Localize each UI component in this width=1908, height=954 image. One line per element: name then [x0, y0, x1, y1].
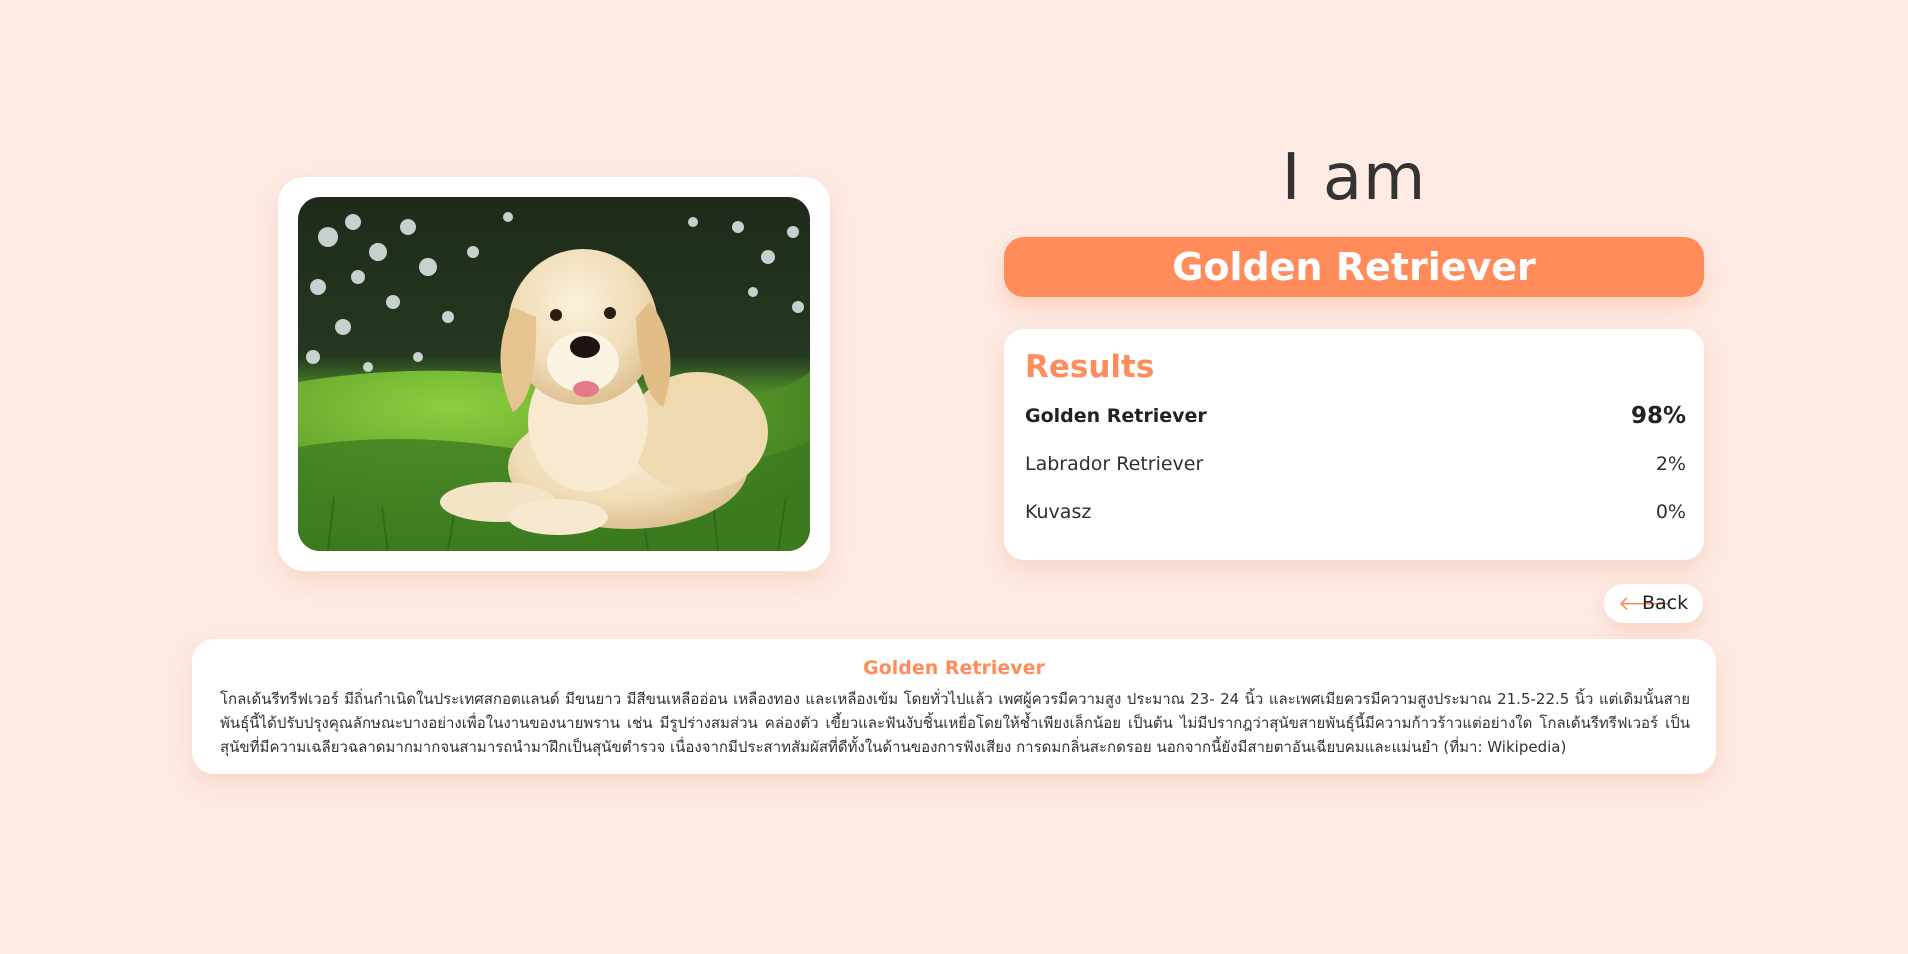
results-card: Results Golden Retriever 98% Labrador Re…: [1004, 329, 1704, 560]
breed-info-card: Golden Retriever โกลเด้นรีทรีฟเวอร์ มีถิ…: [192, 639, 1716, 774]
result-breed-name: Kuvasz: [1025, 501, 1092, 523]
result-percent: 98%: [1630, 403, 1686, 429]
result-page: I am Golden Retriever Results Golden Ret…: [0, 0, 1908, 954]
dog-photo: [298, 197, 810, 551]
breed-info-text: โกลเด้นรีทรีฟเวอร์ มีถิ่นกำเนิดในประเทศส…: [220, 690, 1690, 756]
result-percent: 0%: [1655, 501, 1686, 523]
result-percent: 2%: [1655, 453, 1686, 475]
result-row: Labrador Retriever 2%: [1025, 449, 1686, 479]
back-button-label: Back: [1642, 592, 1689, 614]
back-button[interactable]: 🡐 Back: [1604, 584, 1703, 623]
result-breed-name: Labrador Retriever: [1025, 453, 1204, 475]
photo-card: [278, 177, 830, 571]
result-row: Kuvasz 0%: [1025, 497, 1686, 527]
page-title: I am: [1281, 141, 1427, 215]
result-breed-name: Golden Retriever: [1025, 405, 1207, 427]
breed-info-title: Golden Retriever: [863, 657, 1045, 679]
results-title: Results: [1025, 349, 1155, 385]
result-row: Golden Retriever 98%: [1025, 401, 1686, 431]
predicted-breed-banner: Golden Retriever: [1004, 237, 1704, 297]
